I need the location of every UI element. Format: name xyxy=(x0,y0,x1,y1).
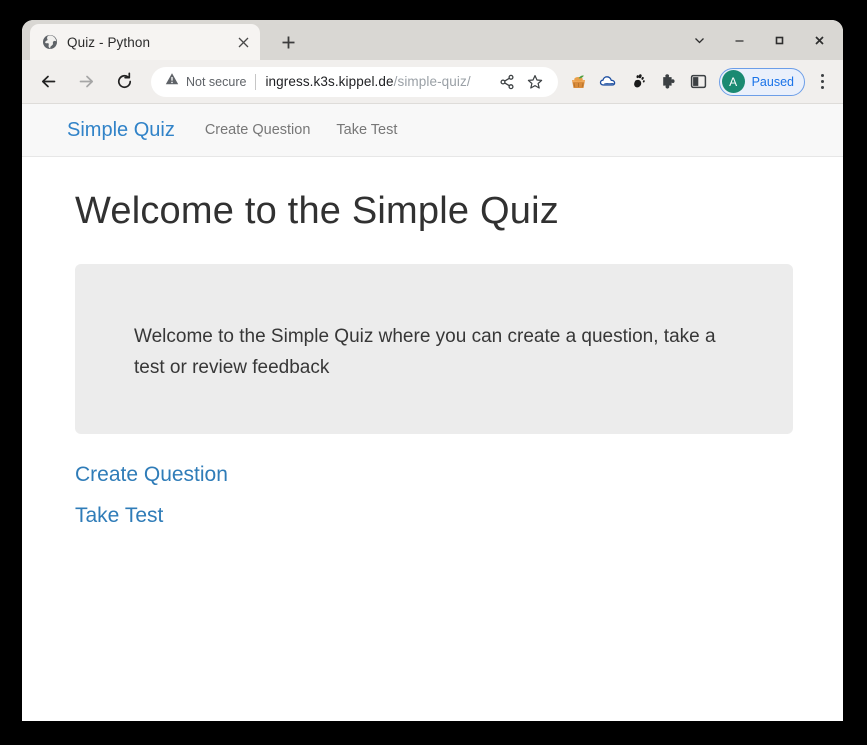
new-tab-button[interactable] xyxy=(274,28,302,56)
address-bar-url: ingress.k3s.kippel.de/simple-quiz/ xyxy=(265,74,486,89)
address-bar[interactable]: Not secure ingress.k3s.kippel.de/simple-… xyxy=(151,66,558,97)
security-status-label: Not secure xyxy=(186,74,247,89)
side-panel-icon[interactable] xyxy=(685,68,713,96)
page-link-list: Create Question Take Test xyxy=(75,463,793,528)
minimize-icon[interactable] xyxy=(719,20,759,60)
window-controls xyxy=(679,20,839,60)
site-navbar: Simple Quiz Create Question Take Test xyxy=(22,104,843,157)
tab-title: Quiz - Python xyxy=(67,34,151,50)
maximize-icon[interactable] xyxy=(759,20,799,60)
three-dot-menu-icon[interactable] xyxy=(808,67,836,97)
star-icon[interactable] xyxy=(522,69,548,95)
url-host: ingress.k3s.kippel.de xyxy=(265,74,394,89)
browser-tab[interactable]: Quiz - Python xyxy=(30,24,260,60)
profile-status-label: Paused xyxy=(751,74,794,89)
nav-link-take-test[interactable]: Take Test xyxy=(336,122,397,138)
back-arrow-icon[interactable] xyxy=(32,66,64,98)
link-take-test[interactable]: Take Test xyxy=(75,504,163,528)
browser-window: Quiz - Python Not secure ingress.k3s.kip… xyxy=(22,20,843,721)
page-viewport: Simple Quiz Create Question Take Test We… xyxy=(22,104,843,721)
menu-dot xyxy=(820,80,824,83)
tab-strip: Quiz - Python xyxy=(22,20,843,60)
jumbotron-panel: Welcome to the Simple Quiz where you can… xyxy=(75,264,793,434)
gnome-foot-extension-icon[interactable] xyxy=(625,68,653,96)
basket-extension-icon[interactable] xyxy=(565,68,593,96)
avatar: A xyxy=(721,70,745,93)
browser-toolbar: Not secure ingress.k3s.kippel.de/simple-… xyxy=(22,60,843,104)
close-icon[interactable] xyxy=(799,20,839,60)
menu-dot xyxy=(820,74,824,77)
globe-icon xyxy=(42,34,58,50)
warning-triangle-icon xyxy=(165,72,179,91)
page-content: Welcome to the Simple Quiz Welcome to th… xyxy=(22,157,843,528)
menu-dot xyxy=(820,86,824,89)
cloud-extension-icon[interactable] xyxy=(595,68,623,96)
profile-status-chip[interactable]: A Paused xyxy=(718,67,805,96)
jumbotron-text: Welcome to the Simple Quiz where you can… xyxy=(134,326,716,378)
puzzle-piece-icon[interactable] xyxy=(655,68,683,96)
omnibox-actions xyxy=(494,69,548,95)
chevron-down-icon[interactable] xyxy=(679,20,719,60)
page-title: Welcome to the Simple Quiz xyxy=(75,190,559,232)
navbar-brand[interactable]: Simple Quiz xyxy=(67,119,175,142)
close-icon[interactable] xyxy=(234,33,252,51)
url-path: /simple-quiz/ xyxy=(393,74,471,89)
omnibox-divider xyxy=(255,73,257,90)
forward-arrow-icon[interactable] xyxy=(70,66,102,98)
nav-link-create-question[interactable]: Create Question xyxy=(205,122,311,138)
reload-icon[interactable] xyxy=(108,66,140,98)
link-create-question[interactable]: Create Question xyxy=(75,463,228,487)
share-icon[interactable] xyxy=(494,69,520,95)
